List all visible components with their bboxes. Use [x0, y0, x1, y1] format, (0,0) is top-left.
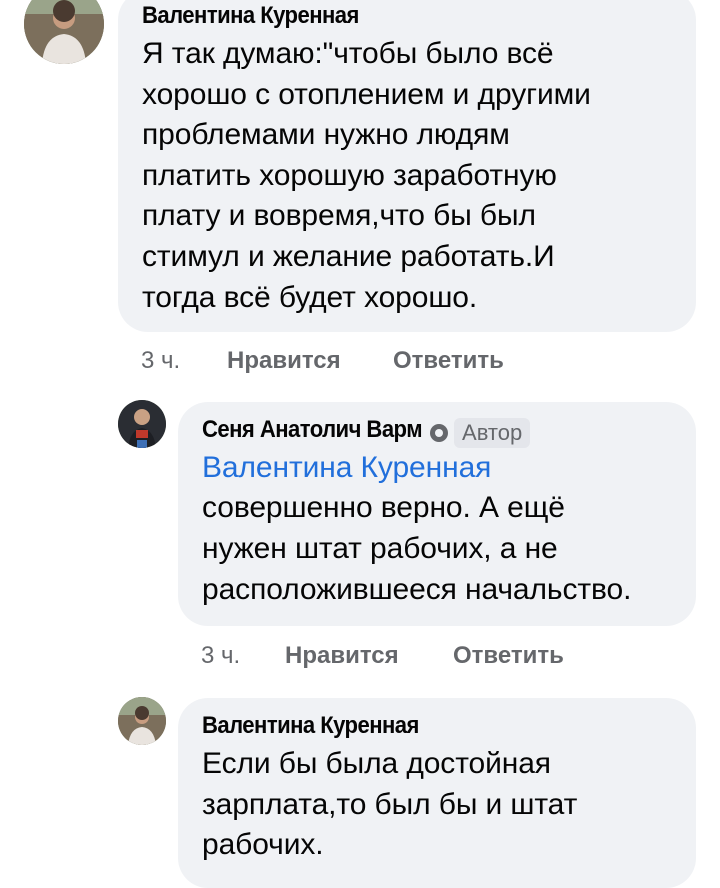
like-button[interactable]: Нравится: [227, 347, 341, 375]
comment-text: Валентина Куренная совершенно верно. А е…: [202, 448, 696, 610]
comment-author[interactable]: Валентина Куренная: [202, 712, 419, 740]
comment-text: Я так думаю:"чтобы было всё хорошо с ото…: [142, 37, 591, 314]
comment-author[interactable]: Сеня Анатолич Варм: [202, 416, 423, 444]
comment-bubble: Валентина Куренная Если бы была достойна…: [178, 698, 696, 888]
avatar[interactable]: [118, 697, 166, 745]
like-button[interactable]: Нравится: [285, 642, 399, 670]
avatar[interactable]: [24, 0, 104, 64]
comment-time[interactable]: 3 ч.: [201, 642, 240, 670]
reply-button[interactable]: Ответить: [453, 642, 564, 670]
shield-icon: [429, 423, 448, 442]
comment-time[interactable]: 3 ч.: [141, 347, 180, 375]
author-badge: Автор: [454, 417, 531, 448]
avatar[interactable]: [118, 400, 166, 448]
mention-link[interactable]: Валентина Куренная: [202, 448, 696, 489]
comment-bubble: Валентина Куренная Я так думаю:"чтобы бы…: [118, 0, 696, 332]
comment-text: Если бы была достойная зарплата,то был б…: [202, 747, 578, 862]
reply-button[interactable]: Ответить: [393, 347, 504, 375]
comment-bubble: Сеня Анатолич Варм Автор Валентина Курен…: [178, 402, 696, 626]
comment-author[interactable]: Валентина Куренная: [142, 2, 359, 30]
